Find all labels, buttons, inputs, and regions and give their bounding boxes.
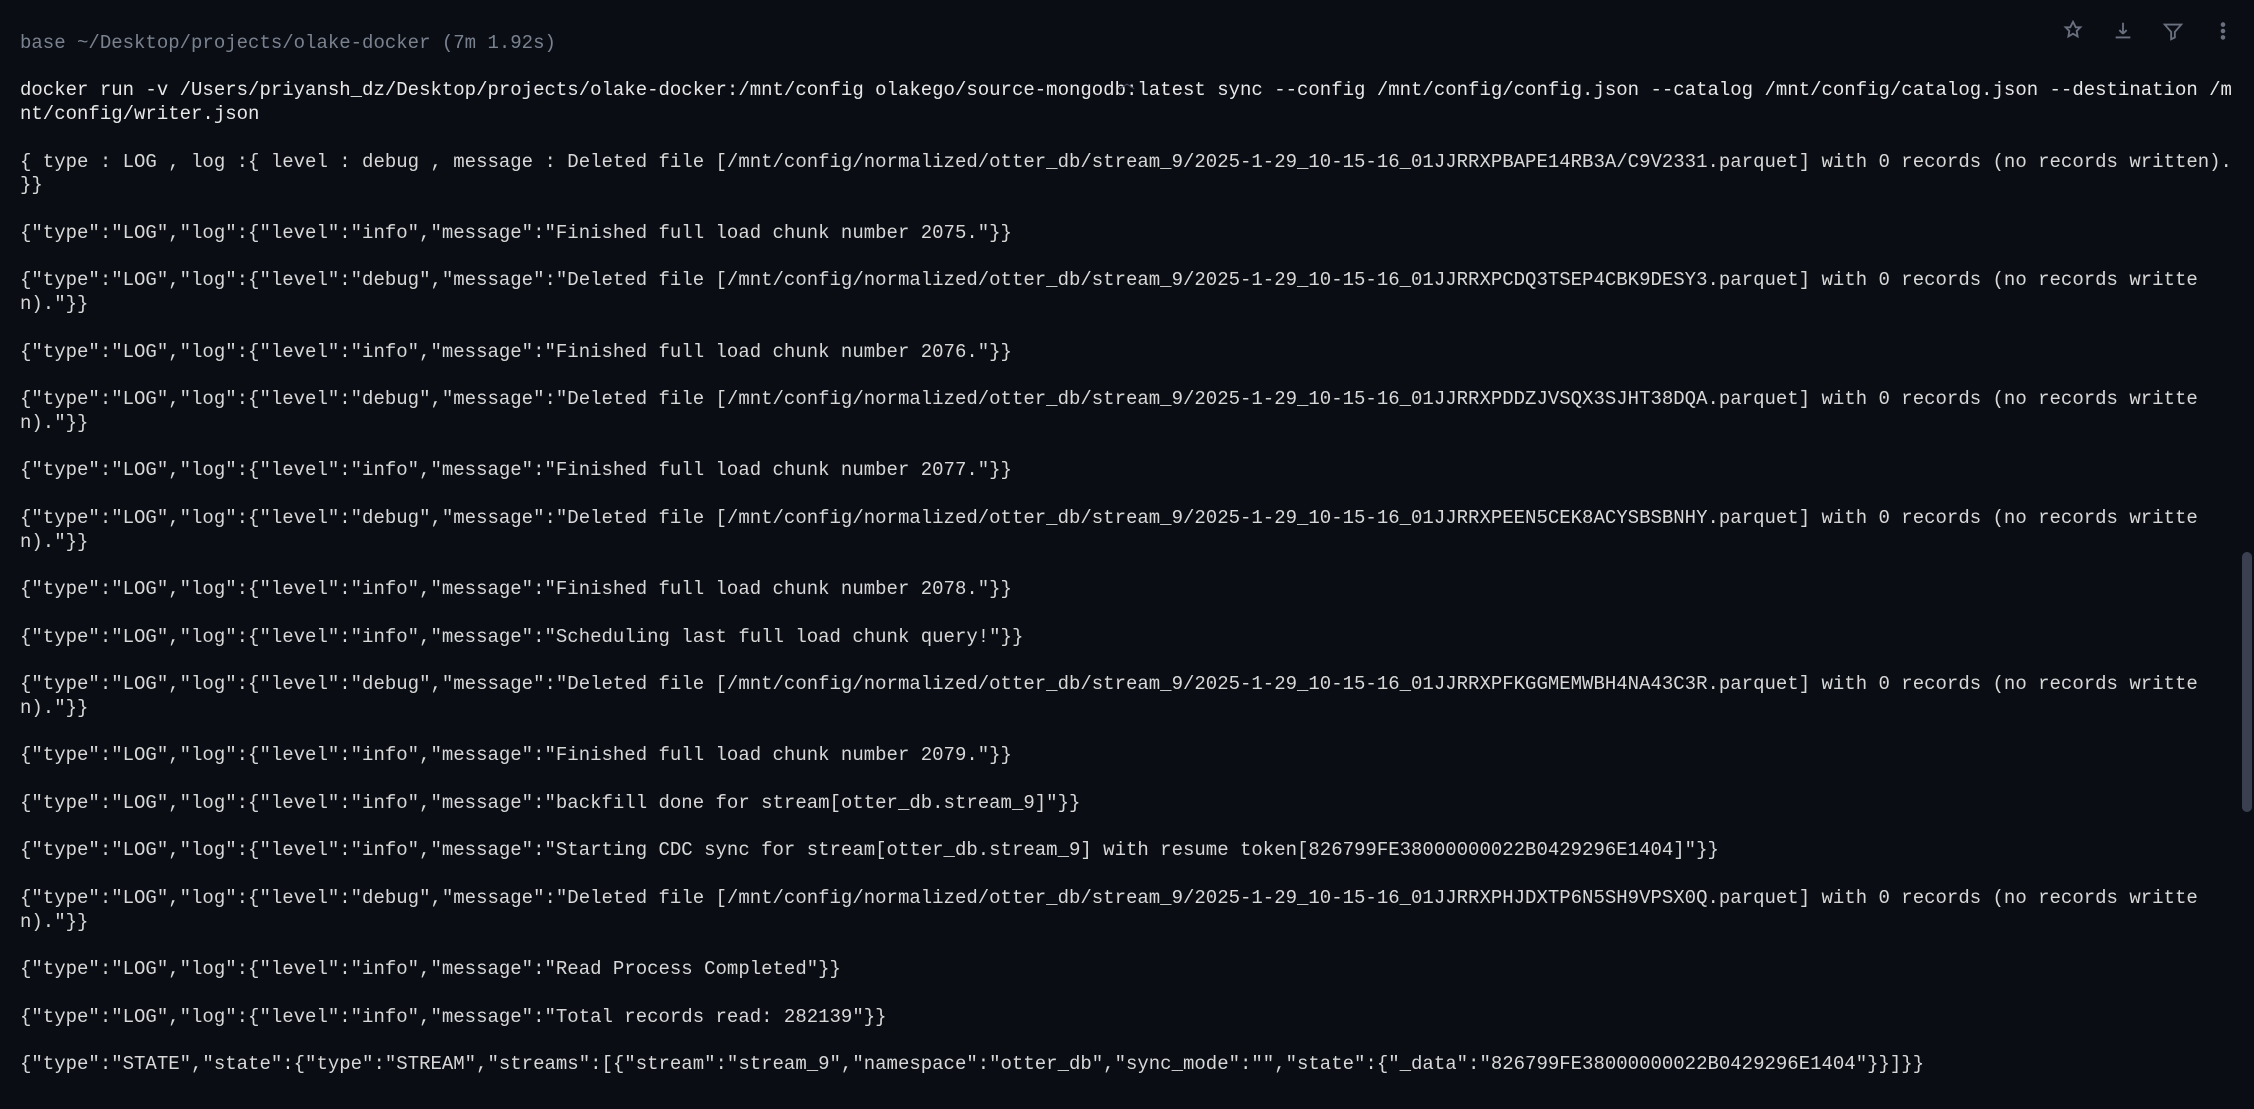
log-line: {"type":"LOG","log":{"level":"info","mes… xyxy=(20,626,2234,650)
log-line: {"type":"LOG","log":{"level":"debug","me… xyxy=(20,269,2234,317)
log-line: {"type":"LOG","log":{"level":"info","mes… xyxy=(20,839,2234,863)
scrollbar-thumb[interactable] xyxy=(2242,552,2252,812)
terminal-toolbar xyxy=(2062,20,2234,42)
terminal-output: base ~/Desktop/projects/olake-docker (7m… xyxy=(0,0,2254,1109)
log-line: {"type":"LOG","log":{"level":"debug","me… xyxy=(20,507,2234,555)
log-line: {"type":"LOG","log":{"level":"info","mes… xyxy=(20,459,2234,483)
terminal-prompt: base ~/Desktop/projects/olake-docker (7m… xyxy=(20,32,2234,56)
log-line: { type : LOG , log :{ level : debug , me… xyxy=(20,151,2234,199)
log-line: {"type":"LOG","log":{"level":"debug","me… xyxy=(20,887,2234,935)
filter-icon[interactable] xyxy=(2162,20,2184,42)
log-line: {"type":"LOG","log":{"level":"info","mes… xyxy=(20,1006,2234,1030)
log-line: {"type":"LOG","log":{"level":"info","mes… xyxy=(20,578,2234,602)
chevron-up-icon[interactable]: ︿ xyxy=(1119,74,1135,94)
log-line: {"type":"LOG","log":{"level":"info","mes… xyxy=(20,222,2234,246)
log-line: {"type":"LOG","log":{"level":"debug","me… xyxy=(20,673,2234,721)
log-line: {"type":"LOG","log":{"level":"info","mes… xyxy=(20,958,2234,982)
scrollbar[interactable] xyxy=(2242,0,2252,820)
log-line: {"type":"LOG","log":{"level":"debug","me… xyxy=(20,388,2234,436)
download-icon[interactable] xyxy=(2112,20,2134,42)
log-line: {"type":"STATE","state":{"type":"STREAM"… xyxy=(20,1053,2234,1077)
pin-icon[interactable] xyxy=(2062,20,2084,42)
log-line: {"type":"LOG","log":{"level":"info","mes… xyxy=(20,792,2234,816)
log-line: {"type":"LOG","log":{"level":"info","mes… xyxy=(20,341,2234,365)
log-line: {"type":"LOG","log":{"level":"info","mes… xyxy=(20,744,2234,768)
more-icon[interactable] xyxy=(2212,20,2234,42)
